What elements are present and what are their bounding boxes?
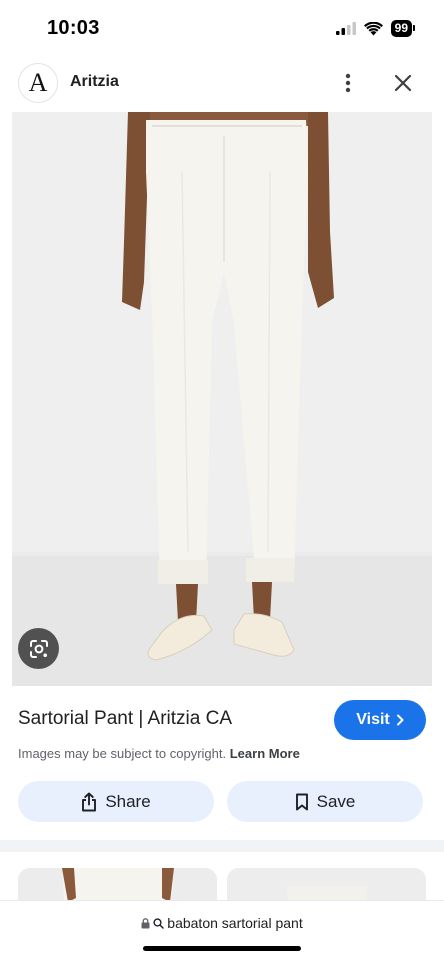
share-button[interactable]: Share bbox=[18, 781, 214, 822]
section-divider bbox=[0, 840, 444, 852]
share-button-label: Share bbox=[105, 791, 151, 811]
more-vert-icon bbox=[345, 73, 351, 93]
chevron-right-icon bbox=[396, 714, 404, 726]
lens-search-icon bbox=[29, 639, 48, 658]
site-logo-letter: A bbox=[28, 68, 48, 97]
product-title: Sartorial Pant | Aritzia CA bbox=[18, 708, 233, 729]
product-photo bbox=[12, 112, 432, 686]
home-indicator bbox=[143, 946, 301, 951]
status-bar: 10:03 99 bbox=[0, 0, 444, 58]
close-button[interactable] bbox=[388, 68, 418, 98]
lock-icon bbox=[141, 917, 150, 928]
save-button[interactable]: Save bbox=[227, 781, 423, 822]
bottom-search-bar[interactable]: babaton sartorial pant bbox=[0, 900, 444, 960]
learn-more-link[interactable]: Learn More bbox=[230, 746, 300, 761]
copyright-notice: Images may be subject to copyright. Lear… bbox=[18, 746, 300, 761]
visit-button[interactable]: Visit bbox=[334, 700, 426, 740]
search-query-display[interactable]: babaton sartorial pant bbox=[0, 915, 444, 931]
search-query: babaton sartorial pant bbox=[167, 915, 303, 931]
bookmark-icon bbox=[295, 793, 308, 810]
wifi-icon bbox=[363, 21, 383, 35]
close-icon bbox=[394, 74, 412, 92]
status-time: 10:03 bbox=[47, 17, 100, 39]
more-options-button[interactable] bbox=[334, 68, 362, 98]
cellular-signal-icon bbox=[335, 22, 356, 35]
search-icon bbox=[153, 917, 165, 929]
site-logo[interactable]: A bbox=[18, 63, 58, 103]
copyright-text: Images may be subject to copyright. bbox=[18, 746, 227, 761]
share-icon bbox=[82, 792, 97, 811]
battery-icon: 99 bbox=[390, 20, 416, 37]
header: A Aritzia bbox=[0, 58, 444, 110]
product-image[interactable] bbox=[12, 112, 432, 686]
save-button-label: Save bbox=[316, 791, 356, 811]
lens-search-button[interactable] bbox=[18, 628, 59, 669]
site-name[interactable]: Aritzia bbox=[70, 73, 119, 91]
visit-button-label: Visit bbox=[356, 711, 390, 728]
status-icons: 99 bbox=[335, 20, 416, 37]
